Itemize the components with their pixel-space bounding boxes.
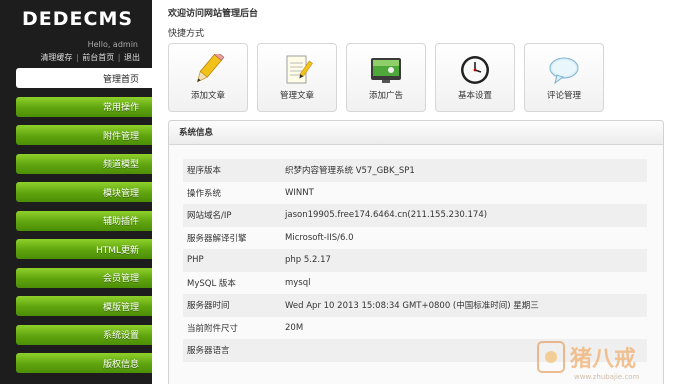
row-key: MySQL 版本 [187, 278, 236, 289]
row-key: 操作系统 [187, 188, 222, 199]
main-content: 欢迎访问网站管理后台 快捷方式 添加文章 管理文章 添加广告 基本设置 评论管理… [152, 0, 680, 384]
table-row: 服务器时间 Wed Apr 10 2013 15:08:34 GMT+0800 (… [183, 294, 647, 317]
frontend-home-link[interactable]: 前台首页 [82, 53, 114, 62]
watermark-url: www.zhubajie.com [574, 373, 640, 381]
shortcuts: 添加文章 管理文章 添加广告 基本设置 评论管理 [168, 43, 613, 112]
add-article-label: 添加文章 [190, 91, 225, 101]
comments-label: 评论管理 [546, 91, 581, 101]
add-ad-label: 添加广告 [368, 91, 403, 101]
sidebar-item-attachments[interactable]: 附件管理 [16, 125, 152, 145]
table-row: 操作系统 WINNT [183, 181, 647, 204]
sidebar-item-members[interactable]: 会员管理 [16, 267, 152, 288]
comments-shortcut[interactable]: 评论管理 [524, 43, 604, 112]
separator: | [73, 53, 82, 62]
row-value: jason19905.free174.6464.cn(211.155.230.1… [285, 210, 488, 221]
sidebar-item-settings[interactable]: 系统设置 [16, 324, 152, 345]
row-value: WINNT [285, 187, 314, 198]
add-ad-shortcut[interactable]: 添加广告 [346, 43, 426, 112]
basic-settings-label: 基本设置 [457, 91, 492, 101]
clear-cache-link[interactable]: 清理缓存 [40, 53, 72, 62]
table-row: 服务器解译引擎 Microsoft-IIS/6.0 [183, 226, 647, 249]
row-key: 服务器语言 [187, 346, 230, 357]
watermark-text: 猪八戒 [570, 346, 636, 372]
row-value: php 5.2.17 [285, 255, 331, 266]
table-row: PHP php 5.2.17 [183, 249, 647, 272]
sidebar-menu: 管理首页 常用操作 附件管理 频道模型 模块管理 辅助插件 HTML更新 会员管… [16, 68, 152, 382]
table-row: MySQL 版本 mysql [183, 271, 647, 294]
top-links: 清理缓存 | 前台首页 | 退出 [40, 52, 140, 63]
row-key: 网站域名/IP [187, 211, 232, 222]
sidebar-item-plugins[interactable]: 辅助插件 [16, 210, 152, 231]
sidebar-item-templates[interactable]: 模版管理 [16, 296, 152, 316]
shortcuts-heading: 快捷方式 [168, 29, 205, 39]
notepad-icon [286, 55, 313, 84]
sidebar-item-admin-home[interactable]: 管理首页 [16, 68, 152, 88]
row-value: mysql [285, 277, 311, 288]
row-value: Microsoft-IIS/6.0 [285, 232, 354, 243]
logo: DEDECMS [22, 8, 134, 30]
sidebar: DEDECMS Hello, admin 清理缓存 | 前台首页 | 退出 管理… [0, 0, 152, 384]
row-value: 织梦内容管理系统 V57_GBK_SP1 [285, 166, 415, 177]
manage-articles-label: 管理文章 [279, 91, 314, 101]
table-row: 网站域名/IP jason19905.free174.6464.cn(211.15… [183, 204, 647, 227]
ad-monitor-icon [371, 58, 401, 83]
clock-icon [461, 56, 489, 84]
page-title: 欢迎访问网站管理后台 [168, 9, 259, 19]
separator: | [115, 53, 123, 62]
row-key: 服务器时间 [187, 301, 230, 312]
row-key: 当前附件尺寸 [187, 323, 239, 334]
greeting: Hello, admin [87, 40, 138, 49]
system-info-table: 程序版本 织梦内容管理系统 V57_GBK_SP1 操作系统 WINNT 网站域名/… [183, 159, 647, 362]
row-value: Wed Apr 10 2013 15:08:34 GMT+0800 (中国标准时… [285, 301, 539, 312]
row-key: 服务器解译引擎 [187, 233, 247, 244]
watermark-logo: 猪八戒 www.zhubajie.com [537, 341, 640, 381]
table-row: 程序版本 织梦内容管理系统 V57_GBK_SP1 [183, 159, 647, 182]
speech-bubble-icon [549, 57, 579, 85]
add-article-shortcut[interactable]: 添加文章 [168, 43, 248, 112]
sidebar-item-html-update[interactable]: HTML更新 [16, 239, 152, 259]
sidebar-item-copyright[interactable]: 版权信息 [16, 353, 152, 373]
row-key: 程序版本 [187, 166, 222, 177]
system-info-title: 系统信息 [169, 121, 663, 145]
row-key: PHP [187, 255, 204, 266]
sidebar-item-channel-model[interactable]: 频道模型 [16, 153, 152, 174]
manage-articles-shortcut[interactable]: 管理文章 [257, 43, 337, 112]
row-value: 20M [285, 322, 304, 333]
pencil-icon [196, 54, 225, 83]
sidebar-item-modules[interactable]: 模块管理 [16, 182, 152, 202]
basic-settings-shortcut[interactable]: 基本设置 [435, 43, 515, 112]
logout-link[interactable]: 退出 [124, 53, 140, 62]
sidebar-item-common-ops[interactable]: 常用操作 [16, 96, 152, 117]
